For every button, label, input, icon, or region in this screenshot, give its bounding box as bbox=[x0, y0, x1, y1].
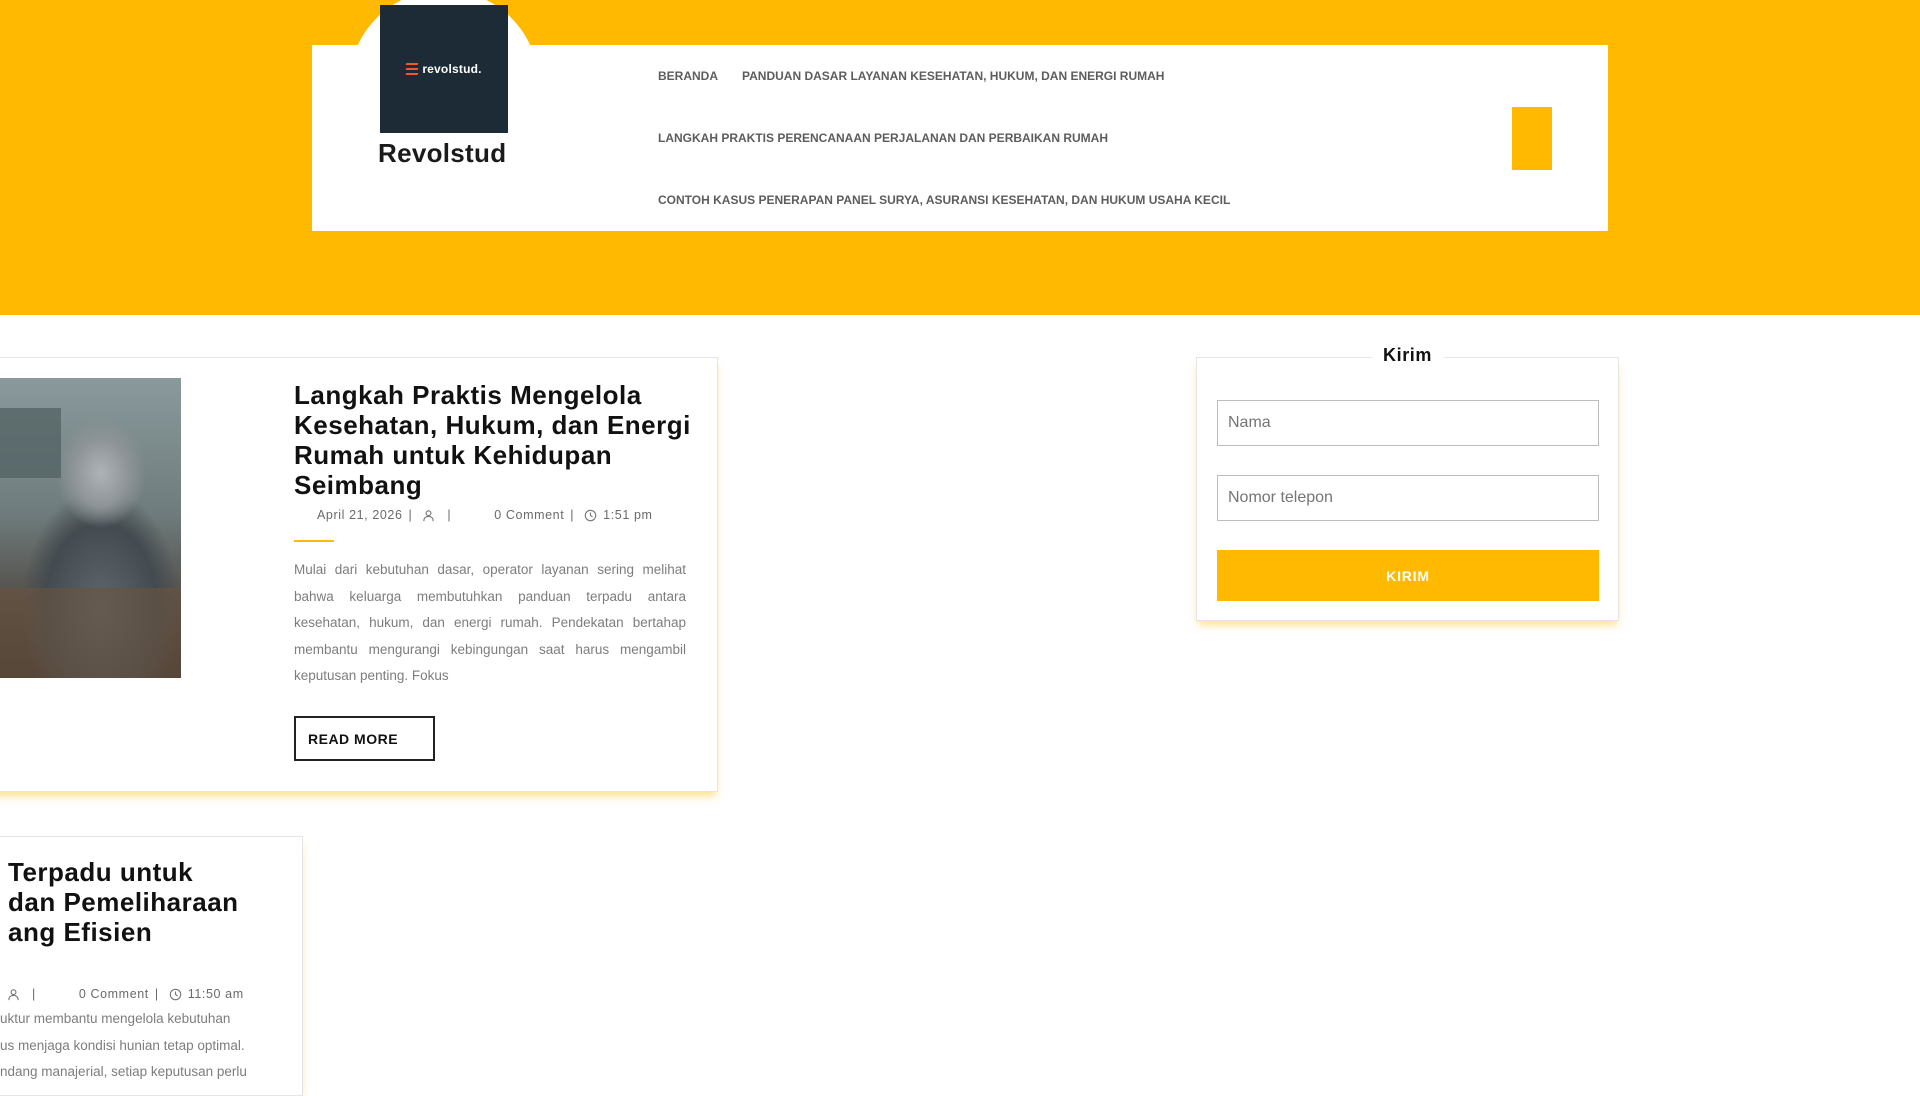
meta-separator: | bbox=[447, 508, 452, 522]
post-thumbnail-board bbox=[0, 408, 61, 478]
user-icon bbox=[423, 509, 435, 521]
meta-separator: | bbox=[154, 987, 159, 1001]
meta-separator: | bbox=[408, 508, 413, 522]
post-thumbnail-desk bbox=[0, 588, 181, 678]
post-time: 1:51 pm bbox=[603, 508, 653, 522]
submit-button[interactable]: KIRIM bbox=[1217, 550, 1599, 601]
post-excerpt: Mulai dari kebutuhan dasar, operator lay… bbox=[294, 562, 686, 683]
post-comments[interactable]: 0 Comment bbox=[494, 508, 564, 522]
post-time: 11:50 am bbox=[187, 987, 244, 1001]
nav-item-panduan-dasar[interactable]: PANDUAN DASAR LAYANAN KESEHATAN, HUKUM, … bbox=[742, 69, 1164, 83]
post-thumbnail[interactable] bbox=[0, 378, 181, 678]
post-card: Terpadu untuk dan Pemeliharaan ang Efisi… bbox=[0, 836, 303, 1096]
menu-toggle-button[interactable] bbox=[1512, 107, 1552, 170]
name-input[interactable] bbox=[1217, 400, 1599, 446]
post-excerpt-line: ndang manajerial, setiap keputusan perlu bbox=[0, 1064, 247, 1079]
phone-input[interactable] bbox=[1217, 475, 1599, 521]
post-title[interactable]: Langkah Praktis Mengelola Kesehatan, Huk… bbox=[294, 380, 699, 500]
nav-item-langkah-praktis[interactable]: LANGKAH PRAKTIS PERENCANAAN PERJALANAN D… bbox=[658, 131, 1108, 145]
post-excerpt-line: us menjaga kondisi hunian tetap optimal. bbox=[0, 1037, 245, 1053]
widget-title: Kirim bbox=[1370, 345, 1445, 366]
meta-separator: | bbox=[570, 508, 575, 522]
post-meta: | 0 Comment | 11:50 am bbox=[3, 987, 244, 1001]
user-icon bbox=[8, 988, 19, 1000]
nav-item-beranda[interactable]: BERANDA bbox=[658, 69, 718, 83]
post-excerpt: uktur membantu mengelola kebutuhan us me… bbox=[0, 1006, 283, 1086]
post-title[interactable]: Terpadu untuk dan Pemeliharaan ang Efisi… bbox=[8, 857, 302, 947]
meta-separator: | bbox=[32, 987, 36, 1001]
post-title-line: Terpadu untuk bbox=[8, 857, 194, 887]
clock-icon bbox=[169, 988, 181, 1000]
post-title-line: dan Pemeliharaan bbox=[8, 887, 239, 917]
contact-widget: Kirim KIRIM bbox=[1196, 345, 1619, 621]
post-meta: April 21, 2026 | | 0 Comment | 1:51 pm bbox=[294, 508, 653, 522]
post-title-line: ang Efisien bbox=[8, 917, 153, 947]
post-date[interactable]: April 21, 2026 bbox=[317, 508, 403, 522]
read-more-button[interactable]: READ MORE bbox=[294, 716, 435, 761]
site-title[interactable]: Revolstud bbox=[378, 138, 506, 169]
post-comments[interactable]: 0 Comment bbox=[79, 987, 149, 1001]
post-accent-line bbox=[294, 540, 334, 542]
logo-mark-icon bbox=[405, 63, 419, 75]
logo-text: revolstud. bbox=[422, 62, 482, 76]
clock-icon bbox=[584, 509, 597, 521]
site-logo[interactable]: revolstud. bbox=[380, 5, 508, 133]
post-excerpt-line: uktur membantu mengelola kebutuhan bbox=[0, 1011, 231, 1026]
post-card: Langkah Praktis Mengelola Kesehatan, Huk… bbox=[0, 357, 718, 792]
nav-item-contoh-kasus[interactable]: CONTOH KASUS PENERAPAN PANEL SURYA, ASUR… bbox=[658, 193, 1230, 207]
